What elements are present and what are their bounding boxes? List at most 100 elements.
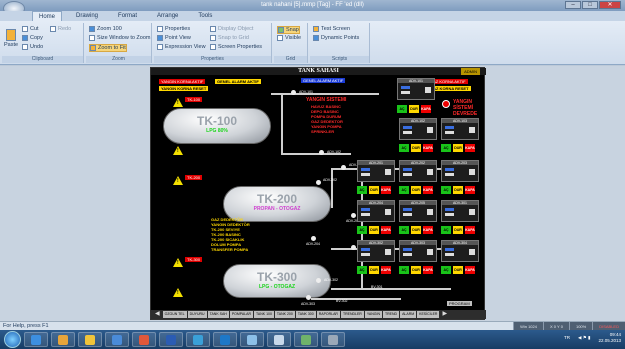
taskbar-app[interactable]: [267, 332, 291, 347]
valve-panel[interactable]: ADV-204: [357, 200, 395, 222]
stop-button[interactable]: DUR: [453, 144, 463, 152]
valve-panel[interactable]: ADV-301: [441, 200, 479, 222]
zoom-100-button[interactable]: Zoom 100: [89, 26, 122, 32]
close-button[interactable]: KAPA: [423, 144, 433, 152]
nav-item[interactable]: TANK 300: [295, 311, 316, 318]
nav-item[interactable]: RAPORLAR: [316, 311, 340, 318]
open-button[interactable]: AÇ: [357, 226, 367, 234]
close-button[interactable]: KAPA: [423, 186, 433, 194]
redo-button[interactable]: Redo: [50, 26, 71, 32]
stop-button[interactable]: DUR: [411, 266, 421, 274]
screen-properties-button[interactable]: Screen Properties: [210, 44, 262, 50]
valve-adv202[interactable]: [316, 180, 321, 185]
nav-item[interactable]: POMPALAR: [229, 311, 254, 318]
open-button[interactable]: AÇ: [399, 186, 409, 194]
valve-adv101[interactable]: [291, 90, 296, 95]
stop-button[interactable]: DUR: [453, 226, 463, 234]
open-button[interactable]: AÇ: [357, 186, 367, 194]
close-button[interactable]: KAPA: [381, 266, 391, 274]
close-button[interactable]: KAPA: [465, 186, 475, 194]
nav-item[interactable]: TANK SAH: [207, 311, 229, 318]
taskbar-app[interactable]: [186, 332, 210, 347]
fire-horn-reset-button[interactable]: YANGIN KORNA RESET: [159, 86, 209, 91]
valve-adv201[interactable]: [341, 165, 346, 170]
open-button[interactable]: AÇ: [357, 266, 367, 274]
valve-panel[interactable]: ADV-302: [357, 240, 395, 262]
close-button[interactable]: KAPA: [423, 266, 433, 274]
nav-item[interactable]: KESİCİLER: [417, 311, 440, 318]
valve-panel[interactable]: ADV-203: [441, 160, 479, 182]
close-button[interactable]: KAPA: [421, 105, 431, 113]
close-button[interactable]: KAPA: [381, 186, 391, 194]
zoom-fit-button[interactable]: Zoom to Fit: [89, 44, 127, 52]
valve-adv102[interactable]: [319, 150, 324, 155]
language-indicator[interactable]: TR: [564, 335, 570, 341]
valve-panel[interactable]: ADV-205: [399, 200, 437, 222]
nav-item[interactable]: TREND: [383, 311, 400, 318]
stop-button[interactable]: DUR: [369, 266, 379, 274]
tab-format[interactable]: Format: [112, 11, 143, 21]
cut-button[interactable]: Cut: [22, 26, 39, 32]
clock[interactable]: 09:44 22.05.2013: [598, 332, 621, 344]
start-button[interactable]: [4, 331, 21, 348]
nav-item[interactable]: ALARM: [400, 311, 417, 318]
nav-item[interactable]: OZGUN TEL: [162, 311, 187, 318]
program-tag[interactable]: PROGRAM: [447, 301, 472, 306]
snap-button[interactable]: Snap: [277, 26, 300, 34]
stop-button[interactable]: DUR: [369, 226, 379, 234]
valve-panel[interactable]: ADV-103: [441, 118, 479, 140]
close-button[interactable]: KAPA: [465, 226, 475, 234]
valve-panel[interactable]: ADV-303: [399, 240, 437, 262]
stop-button[interactable]: DUR: [411, 144, 421, 152]
close-button[interactable]: ✕: [599, 1, 621, 9]
size-window-button[interactable]: Size Window to Zoom: [89, 35, 151, 41]
taskbar-app[interactable]: [159, 332, 183, 347]
undo-button[interactable]: Undo: [22, 44, 43, 50]
tab-tools[interactable]: Tools: [192, 11, 218, 21]
prev-arrow-icon[interactable]: ◀: [153, 311, 162, 318]
dynamic-points-button[interactable]: Dynamic Points: [313, 35, 359, 41]
visible-button[interactable]: Visible: [277, 35, 301, 41]
stop-button[interactable]: DUR: [411, 186, 421, 194]
paste-button[interactable]: Paste: [4, 29, 18, 48]
next-arrow-icon[interactable]: ▶: [440, 311, 449, 318]
valve-adv302[interactable]: [316, 278, 321, 283]
expression-view-button[interactable]: Expression View: [157, 44, 206, 50]
valve-panel[interactable]: ADV-101: [397, 78, 435, 100]
tank-tk100[interactable]: TK-100 LPG 80%: [163, 108, 271, 144]
tab-arrange[interactable]: Arrange: [151, 11, 184, 21]
valve-panel[interactable]: ADV-304: [441, 240, 479, 262]
taskbar-app[interactable]: [294, 332, 318, 347]
taskbar-app[interactable]: [213, 332, 237, 347]
open-button[interactable]: AÇ: [399, 144, 409, 152]
valve-panel[interactable]: ADV-102: [399, 118, 437, 140]
snap-to-grid-button[interactable]: Snap to Grid: [210, 35, 249, 41]
tab-drawing[interactable]: Drawing: [70, 11, 104, 21]
stop-button[interactable]: DUR: [453, 266, 463, 274]
open-button[interactable]: AÇ: [441, 226, 451, 234]
emergency-stop-button[interactable]: [442, 100, 450, 108]
test-screen-button[interactable]: Test Screen: [313, 26, 350, 32]
taskbar-app[interactable]: [24, 332, 48, 347]
close-button[interactable]: KAPA: [465, 144, 475, 152]
close-button[interactable]: KAPA: [423, 226, 433, 234]
stop-button[interactable]: DUR: [453, 186, 463, 194]
display-object-button[interactable]: Display Object: [210, 26, 253, 32]
tab-home[interactable]: Home: [32, 11, 63, 21]
taskbar-app[interactable]: [321, 332, 345, 347]
nav-item[interactable]: TRENDLER: [340, 311, 364, 318]
open-button[interactable]: AÇ: [399, 266, 409, 274]
open-button[interactable]: AÇ: [399, 226, 409, 234]
taskbar-app[interactable]: [132, 332, 156, 347]
valve-panel[interactable]: ADV-202: [399, 160, 437, 182]
properties-button[interactable]: Properties: [157, 26, 190, 32]
taskbar-app[interactable]: [78, 332, 102, 347]
open-button[interactable]: AÇ: [441, 186, 451, 194]
stop-button[interactable]: DUR: [369, 186, 379, 194]
valve-adv204[interactable]: [311, 236, 316, 241]
taskbar-app[interactable]: [240, 332, 264, 347]
nav-item[interactable]: TANK 200: [274, 311, 295, 318]
tank-tk300[interactable]: TK-300 LPG - OTOGAZ: [223, 264, 331, 298]
minimize-button[interactable]: –: [565, 1, 581, 9]
open-button[interactable]: AÇ: [441, 144, 451, 152]
